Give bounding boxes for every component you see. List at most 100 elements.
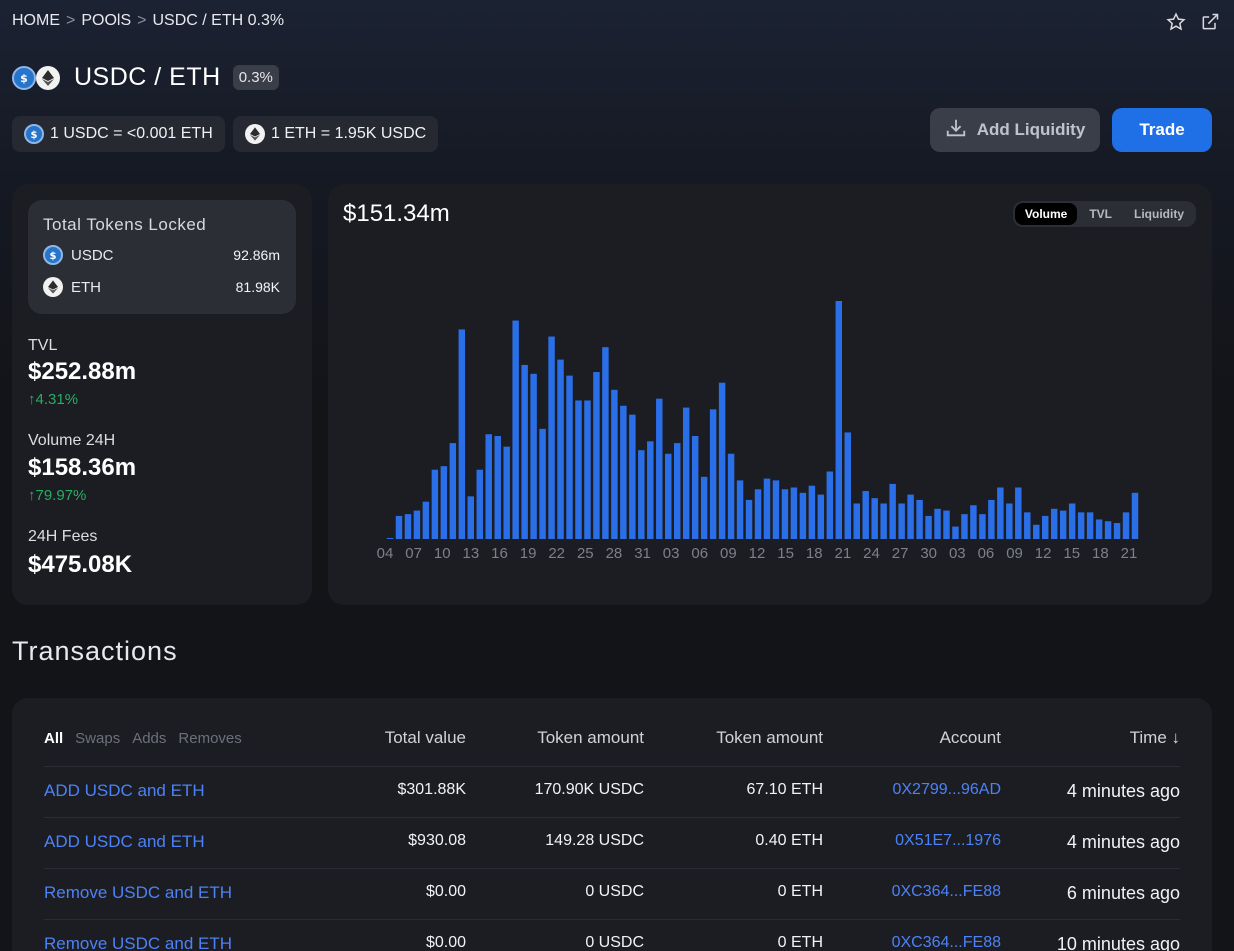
chart-bar[interactable]: [539, 428, 546, 539]
chart-bar[interactable]: [943, 510, 950, 539]
chart-bar[interactable]: [620, 405, 627, 539]
chart-bar[interactable]: [674, 443, 681, 539]
chart-bar[interactable]: [727, 453, 735, 539]
external-link-icon[interactable]: [1200, 12, 1220, 37]
chart-bar[interactable]: [880, 503, 887, 539]
chart-bar[interactable]: [781, 489, 789, 539]
star-icon[interactable]: [1166, 12, 1186, 37]
chart-bar[interactable]: [772, 480, 780, 539]
chart-bar[interactable]: [566, 375, 573, 539]
column-token-amount-1[interactable]: Token amount: [537, 728, 644, 748]
chart-bar[interactable]: [422, 501, 430, 539]
tx-account-link[interactable]: 0X2799...96AD: [892, 781, 1001, 799]
chart-bar[interactable]: [835, 301, 843, 539]
chart-bar[interactable]: [1086, 512, 1094, 539]
column-account[interactable]: Account: [940, 728, 1001, 748]
filter-removes[interactable]: Removes: [178, 730, 241, 747]
chart-bar[interactable]: [682, 407, 690, 539]
chart-bar[interactable]: [763, 478, 771, 539]
chart-bar[interactable]: [1024, 512, 1031, 539]
usdc-rate-chip[interactable]: $ 1 USDC = <0.001 ETH: [12, 116, 225, 152]
chart-bar[interactable]: [1131, 492, 1139, 539]
chart-bar[interactable]: [665, 453, 672, 539]
chart-bar[interactable]: [467, 496, 475, 539]
column-token-amount-2[interactable]: Token amount: [716, 728, 823, 748]
table-row[interactable]: ADD USDC and ETH $301.88K 170.90K USDC 6…: [44, 766, 1180, 817]
chart-bar[interactable]: [413, 510, 421, 539]
chart-bar[interactable]: [799, 492, 807, 539]
tx-account-link[interactable]: 0XC364...FE88: [892, 883, 1001, 901]
table-row[interactable]: Remove USDC and ETH $0.00 0 USDC 0 ETH 0…: [44, 868, 1180, 919]
column-time[interactable]: Time ↓: [1130, 728, 1180, 748]
tx-description-link[interactable]: Remove USDC and ETH: [44, 883, 232, 903]
column-total-value[interactable]: Total value: [385, 728, 466, 748]
chart-bar[interactable]: [1042, 515, 1049, 539]
chart-bar[interactable]: [952, 526, 959, 539]
chart-bar[interactable]: [925, 515, 932, 539]
breadcrumb-home[interactable]: HOME: [12, 12, 60, 30]
chart-bar[interactable]: [395, 515, 403, 539]
chart-bar[interactable]: [826, 471, 834, 539]
table-row[interactable]: ADD USDC and ETH $930.08 149.28 USDC 0.4…: [44, 817, 1180, 868]
chart-bar[interactable]: [521, 364, 528, 539]
chart-bar[interactable]: [754, 489, 762, 539]
chart-bar[interactable]: [997, 487, 1004, 539]
chart-bar[interactable]: [871, 498, 878, 539]
chart-bar[interactable]: [1006, 503, 1013, 539]
chart-bar[interactable]: [548, 336, 555, 539]
chart-bar[interactable]: [458, 329, 466, 539]
chart-bar[interactable]: [440, 466, 448, 539]
eth-rate-chip[interactable]: 1 ETH = 1.95K USDC: [233, 116, 439, 152]
chart-bar[interactable]: [934, 508, 941, 539]
chart-bar[interactable]: [907, 494, 914, 539]
chart-bar[interactable]: [647, 441, 654, 539]
table-row[interactable]: Remove USDC and ETH $0.00 0 USDC 0 ETH 0…: [44, 919, 1180, 951]
chart-bar[interactable]: [1077, 512, 1085, 539]
chart-bar[interactable]: [476, 469, 483, 539]
tx-description-link[interactable]: ADD USDC and ETH: [44, 832, 205, 852]
chart-bar[interactable]: [431, 469, 439, 539]
trade-button[interactable]: Trade: [1112, 108, 1212, 152]
chart-bar[interactable]: [656, 398, 663, 539]
chart-bar[interactable]: [557, 359, 564, 539]
chart-bar[interactable]: [1122, 512, 1130, 539]
breadcrumb-pools[interactable]: POOlS: [81, 12, 131, 30]
tx-description-link[interactable]: Remove USDC and ETH: [44, 934, 232, 951]
chart-bar[interactable]: [530, 373, 537, 539]
chart-bar[interactable]: [503, 446, 510, 539]
chart-bar[interactable]: [817, 494, 825, 539]
chart-bar[interactable]: [584, 400, 591, 539]
chart-bar[interactable]: [718, 382, 726, 539]
tx-description-link[interactable]: ADD USDC and ETH: [44, 781, 205, 801]
chart-bar[interactable]: [700, 476, 708, 539]
chart-bar[interactable]: [970, 505, 977, 539]
chart-bar[interactable]: [1059, 510, 1067, 539]
chart-bar[interactable]: [691, 435, 699, 539]
filter-adds[interactable]: Adds: [132, 730, 166, 747]
chart-bar[interactable]: [1068, 503, 1076, 539]
chart-bar[interactable]: [485, 434, 492, 539]
chart-bar[interactable]: [916, 499, 923, 539]
chart-bar[interactable]: [1104, 521, 1112, 539]
chart-bar[interactable]: [1015, 487, 1022, 539]
chart-bar[interactable]: [611, 389, 618, 539]
chart-bar[interactable]: [844, 432, 851, 539]
chart-bar[interactable]: [629, 414, 636, 539]
chart-bar[interactable]: [404, 514, 412, 539]
chart-bar[interactable]: [1095, 519, 1103, 539]
chart-bar[interactable]: [593, 372, 600, 539]
add-liquidity-button[interactable]: Add Liquidity: [930, 108, 1100, 152]
chart-bar[interactable]: [988, 499, 995, 539]
chart-bar[interactable]: [602, 347, 609, 539]
chart-bar[interactable]: [979, 514, 986, 539]
chart-bar[interactable]: [709, 409, 717, 539]
chart-bar[interactable]: [790, 487, 798, 539]
chart-bar[interactable]: [1050, 508, 1058, 539]
chart-bar[interactable]: [575, 400, 582, 539]
chart-bar[interactable]: [862, 491, 869, 539]
chart-bar[interactable]: [736, 480, 744, 539]
chart-bar[interactable]: [898, 503, 905, 539]
chart-bar[interactable]: [745, 499, 753, 539]
chart-bar[interactable]: [638, 450, 645, 539]
chart-bar[interactable]: [1033, 524, 1040, 539]
